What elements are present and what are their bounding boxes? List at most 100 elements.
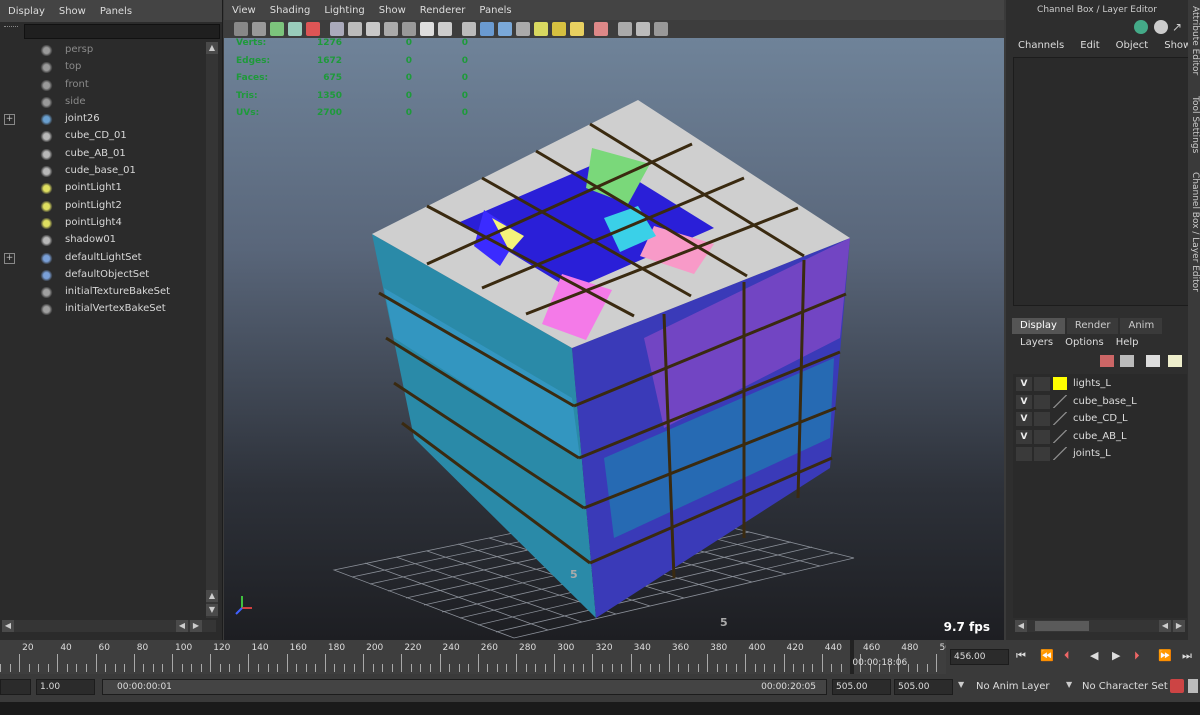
playback-end-field[interactable]: 505.00 — [832, 679, 891, 695]
viewport-menu-renderer[interactable]: Renderer — [420, 5, 466, 16]
viewport-menu-panels[interactable]: Panels — [479, 5, 511, 16]
new-layer-icon[interactable] — [1146, 355, 1160, 367]
outliner-item[interactable]: pointLight2 — [0, 198, 205, 215]
side-tab-tool-settings[interactable]: Tool Settings — [1188, 96, 1200, 153]
outliner-search-input[interactable] — [24, 24, 220, 39]
layer-line-icon[interactable] — [1053, 447, 1067, 460]
layer-visibility-toggle[interactable]: V — [1016, 429, 1032, 444]
outliner-menu-show[interactable]: Show — [59, 6, 86, 17]
backface-culling-icon[interactable] — [654, 22, 668, 36]
outliner-item[interactable]: side — [0, 94, 205, 111]
tab-anim[interactable]: Anim — [1120, 318, 1163, 334]
two-d-pan-icon[interactable] — [306, 22, 320, 36]
character-set-menu[interactable]: No Character Set — [1082, 681, 1168, 692]
step-back-frame-icon[interactable]: ⏴ — [1064, 649, 1070, 663]
layer-row[interactable]: Vlights_L — [1013, 376, 1187, 393]
layer-visibility-toggle[interactable]: V — [1016, 377, 1032, 391]
layer-list-horizontal-scrollbar[interactable]: ◀ ◀ ▶ — [1015, 620, 1185, 632]
layer-visibility-toggle[interactable]: V — [1016, 412, 1032, 426]
layer-color-swatch[interactable] — [1053, 377, 1067, 390]
layer-row[interactable]: joints_L — [1013, 446, 1187, 463]
viewport-menu-lighting[interactable]: Lighting — [324, 5, 364, 16]
camera-attributes-icon[interactable] — [252, 22, 266, 36]
start-time-field[interactable] — [0, 679, 31, 695]
outliner-item[interactable]: initialVertexBakeSet — [0, 301, 205, 318]
outliner-item[interactable]: + defaultLightSet — [0, 250, 205, 267]
layer-line-icon[interactable] — [1053, 412, 1067, 425]
channel-box-menu-edit[interactable]: Edit — [1080, 40, 1099, 54]
safe-action-icon[interactable] — [420, 22, 434, 36]
safe-title-icon[interactable] — [438, 22, 452, 36]
animation-end-field[interactable]: 505.00 — [894, 679, 953, 695]
tool-icon[interactable] — [1134, 20, 1148, 34]
outliner-item[interactable]: top — [0, 59, 205, 76]
outliner-item[interactable]: pointLight1 — [0, 180, 205, 197]
layer-playback-toggle[interactable] — [1034, 394, 1050, 409]
outliner-menu-panels[interactable]: Panels — [100, 6, 132, 17]
scroll-left-icon[interactable]: ◀ — [176, 620, 188, 632]
layer-menu-help[interactable]: Help — [1116, 337, 1139, 348]
expand-icon[interactable]: + — [4, 114, 15, 126]
scroll-left-icon[interactable]: ◀ — [2, 620, 14, 632]
layer-line-icon[interactable] — [1053, 394, 1067, 408]
viewport-scene[interactable]: Verts: 1276 0 0 Edges: 1672 0 0 Faces: 675 0 0 Tris:… — [224, 38, 1004, 640]
scroll-left-icon[interactable]: ◀ — [1015, 620, 1027, 632]
layer-playback-toggle[interactable] — [1034, 377, 1050, 391]
viewport-menu-view[interactable]: View — [232, 5, 256, 16]
outliner-item[interactable]: front — [0, 77, 205, 94]
image-plane-icon[interactable] — [288, 22, 302, 36]
side-tab-channel-box[interactable]: Channel Box / Layer Editor — [1188, 172, 1200, 292]
smooth-shade-icon[interactable] — [480, 22, 494, 36]
outliner-item[interactable]: cude_base_01 — [0, 163, 205, 180]
outliner-item[interactable]: initialTextureBakeSet — [0, 284, 205, 301]
dropdown-arrow-icon[interactable]: ▼ — [1066, 680, 1072, 689]
move-layer-down-icon[interactable] — [1120, 355, 1134, 367]
scroll-left-icon[interactable]: ◀ — [1159, 620, 1171, 632]
arrow-icon[interactable]: ↗ — [1172, 20, 1184, 34]
go-to-start-icon[interactable]: ⏮ — [1016, 649, 1026, 663]
outliner-item[interactable]: shadow01 — [0, 232, 205, 249]
textured-icon[interactable] — [516, 22, 530, 36]
move-layer-up-icon[interactable] — [1100, 355, 1114, 367]
new-layer-selected-icon[interactable] — [1168, 355, 1182, 367]
current-time-marker[interactable] — [850, 640, 855, 674]
range-slider[interactable]: 00:00:00:01 00:00:20:05 — [102, 679, 827, 695]
step-back-key-icon[interactable]: ⏪ — [1040, 649, 1054, 662]
field-chart-icon[interactable] — [402, 22, 416, 36]
viewport-panel[interactable]: View Shading Lighting Show Renderer Pane… — [224, 0, 1004, 640]
outliner-handle[interactable] — [4, 26, 18, 36]
channel-box-area[interactable] — [1013, 57, 1189, 306]
scroll-right-icon[interactable]: ▶ — [190, 620, 202, 632]
outliner-menu-display[interactable]: Display — [8, 6, 45, 17]
play-backwards-icon[interactable]: ◀ — [1090, 649, 1098, 662]
command-line[interactable] — [0, 702, 1200, 715]
play-forwards-icon[interactable]: ▶ — [1112, 649, 1120, 662]
tab-display[interactable]: Display — [1012, 318, 1065, 334]
layer-visibility-toggle[interactable]: V — [1016, 394, 1032, 409]
tab-render[interactable]: Render — [1066, 318, 1119, 334]
outliner-horizontal-scrollbar[interactable]: ◀ ◀ ▶ — [2, 620, 216, 632]
viewport-menu-shading[interactable]: Shading — [270, 5, 311, 16]
go-to-end-icon[interactable]: ⏭ — [1182, 649, 1192, 663]
side-tab-attribute-editor[interactable]: Attribute Editor — [1188, 6, 1200, 75]
high-quality-icon[interactable] — [570, 22, 584, 36]
resolution-gate-icon[interactable] — [366, 22, 380, 36]
layer-playback-toggle[interactable] — [1034, 447, 1050, 461]
current-frame-field[interactable]: 456.00 — [950, 649, 1009, 665]
outliner-item[interactable]: cube_AB_01 — [0, 146, 205, 163]
channel-box-menu-object[interactable]: Object — [1116, 40, 1149, 54]
layer-row[interactable]: Vcube_CD_L — [1013, 411, 1187, 428]
layer-row[interactable]: Vcube_AB_L — [1013, 429, 1187, 446]
viewport-menu-show[interactable]: Show — [379, 5, 406, 16]
layer-menu-options[interactable]: Options — [1065, 337, 1104, 348]
step-forward-key-icon[interactable]: ⏩ — [1158, 649, 1172, 662]
film-gate-icon[interactable] — [348, 22, 362, 36]
layer-row[interactable]: Vcube_base_L — [1013, 394, 1187, 411]
scroll-up-icon[interactable]: ▲ — [206, 42, 218, 54]
xray-joints-icon[interactable] — [636, 22, 650, 36]
outliner-item[interactable]: pointLight4 — [0, 215, 205, 232]
outliner-item[interactable]: + joint26 — [0, 111, 205, 128]
preferences-icon[interactable] — [1188, 679, 1198, 693]
isolate-select-icon[interactable] — [594, 22, 608, 36]
step-forward-frame-icon[interactable]: ⏵ — [1134, 649, 1140, 663]
